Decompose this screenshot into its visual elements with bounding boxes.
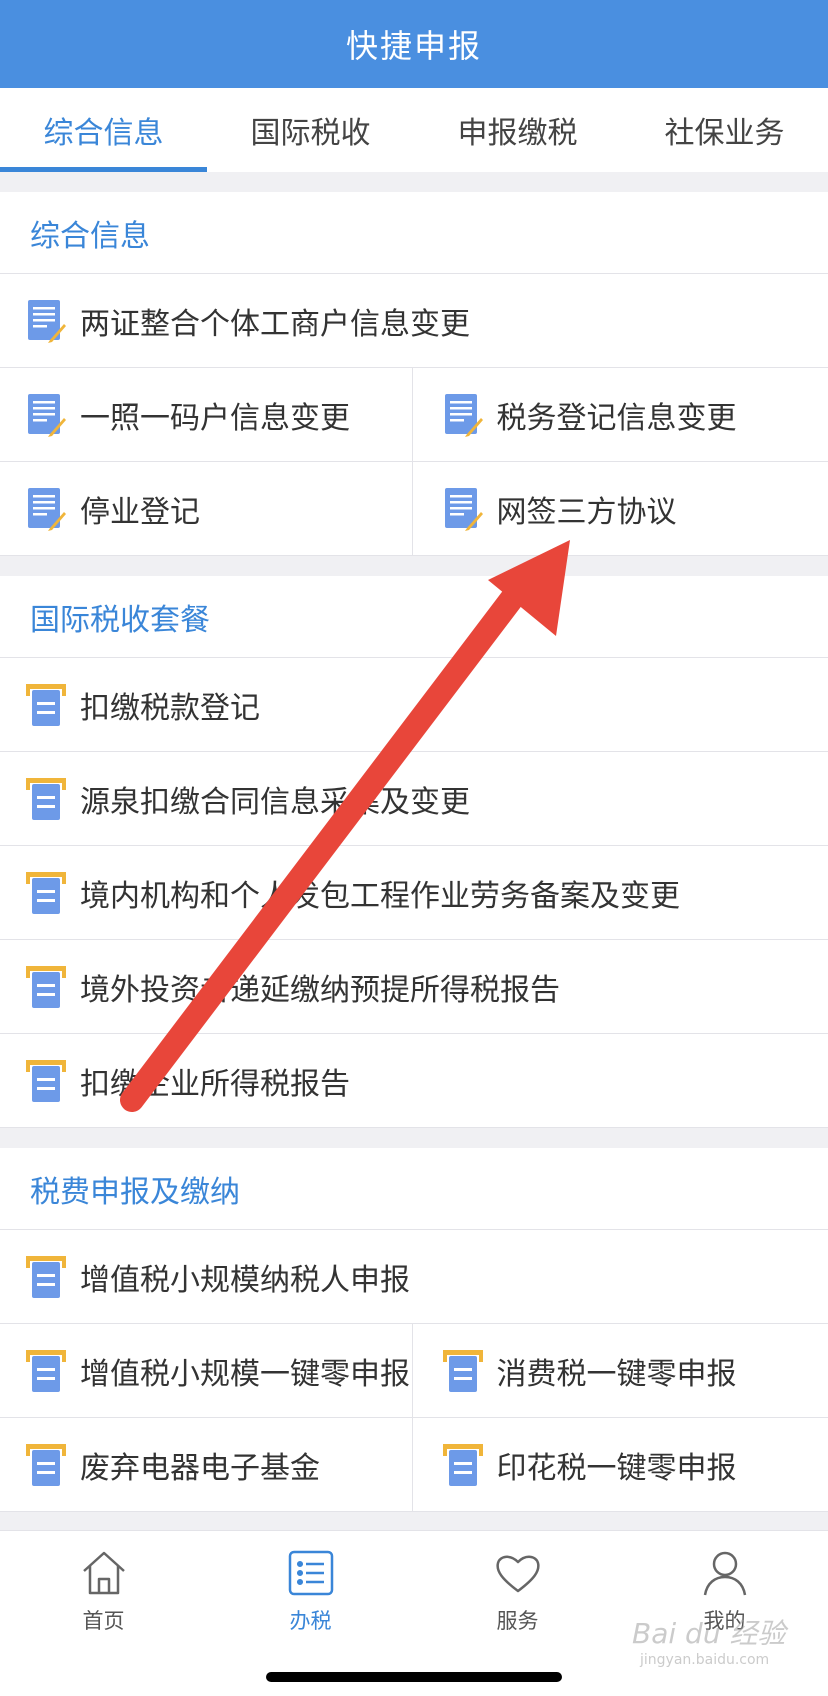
page-title: 快捷申报 xyxy=(345,27,482,65)
section-title: 国际税收套餐 xyxy=(0,576,828,658)
tab-social-security[interactable]: 社保业务 xyxy=(621,88,828,172)
watermark-logo: Bai du 经验 xyxy=(632,1617,786,1650)
tabbar-home[interactable]: 首页 xyxy=(0,1531,207,1651)
document-edit-icon xyxy=(28,393,66,437)
form-icon xyxy=(442,1349,483,1392)
list-icon xyxy=(288,1550,333,1596)
home-indicator xyxy=(266,1672,562,1682)
list-item[interactable]: 境内机构和个人发包工程作业劳务备案及变更 xyxy=(0,846,828,939)
form-icon xyxy=(26,965,66,1008)
document-edit-icon xyxy=(444,487,483,531)
section-title: 综合信息 xyxy=(0,192,828,274)
list-item[interactable]: 印花税一键零申报 xyxy=(411,1418,828,1511)
document-edit-icon xyxy=(28,487,66,531)
user-icon xyxy=(703,1551,746,1596)
form-icon xyxy=(442,1443,483,1486)
list-item[interactable]: 一照一码户信息变更 xyxy=(0,368,412,461)
tabbar-tax[interactable]: 办税 xyxy=(207,1531,414,1651)
tab-general-info[interactable]: 综合信息 xyxy=(0,88,207,172)
section-title: 税费申报及缴纳 xyxy=(0,1148,828,1230)
app-header: 快捷申报 xyxy=(0,0,828,88)
tab-declare-pay[interactable]: 申报缴税 xyxy=(414,88,621,172)
heart-icon xyxy=(495,1555,540,1593)
section-general-info: 综合信息 两证整合个体工商户信息变更 一照一码户信息变更 税务登记信息变更 停业… xyxy=(0,192,828,556)
form-icon xyxy=(26,1255,66,1298)
tabbar-service[interactable]: 服务 xyxy=(414,1531,621,1651)
section-international-tax: 国际税收套餐 扣缴税款登记 源泉扣缴合同信息采集及变更 境内机构和个人发包工程作… xyxy=(0,576,828,1128)
list-item[interactable]: 废弃电器电子基金 xyxy=(0,1418,412,1511)
list-item[interactable]: 税务登记信息变更 xyxy=(411,368,828,461)
list-item[interactable]: 境外投资者递延缴纳预提所得税报告 xyxy=(0,940,828,1033)
section-declare-pay: 税费申报及缴纳 增值税小规模纳税人申报 增值税小规模一键零申报 消费税一键零申报… xyxy=(0,1148,828,1512)
form-icon xyxy=(26,1443,66,1486)
list-item[interactable]: 增值税小规模一键零申报 xyxy=(0,1324,412,1417)
tab-international-tax[interactable]: 国际税收 xyxy=(207,88,414,172)
document-edit-icon xyxy=(444,393,483,437)
list-item[interactable]: 源泉扣缴合同信息采集及变更 xyxy=(0,752,828,845)
document-edit-icon xyxy=(28,299,66,343)
form-icon xyxy=(26,1059,66,1102)
list-item[interactable]: 扣缴企业所得税报告 xyxy=(0,1034,828,1127)
form-icon xyxy=(26,683,66,726)
content-scroll[interactable]: 综合信息 两证整合个体工商户信息变更 一照一码户信息变更 税务登记信息变更 停业… xyxy=(0,172,828,1530)
list-item[interactable]: 两证整合个体工商户信息变更 xyxy=(0,274,828,367)
form-icon xyxy=(26,1349,66,1392)
list-item[interactable]: 扣缴税款登记 xyxy=(0,658,828,751)
home-icon xyxy=(82,1551,125,1595)
list-item[interactable]: 增值税小规模纳税人申报 xyxy=(0,1230,828,1323)
form-icon xyxy=(26,871,66,914)
watermark-url: jingyan.baidu.com xyxy=(640,1652,770,1668)
list-item[interactable]: 消费税一键零申报 xyxy=(411,1324,828,1417)
list-item-online-agreement[interactable]: 网签三方协议 xyxy=(411,462,828,555)
form-icon xyxy=(26,777,66,820)
list-item[interactable]: 停业登记 xyxy=(0,462,412,555)
category-tabs: 综合信息 国际税收 申报缴税 社保业务 xyxy=(0,88,828,172)
